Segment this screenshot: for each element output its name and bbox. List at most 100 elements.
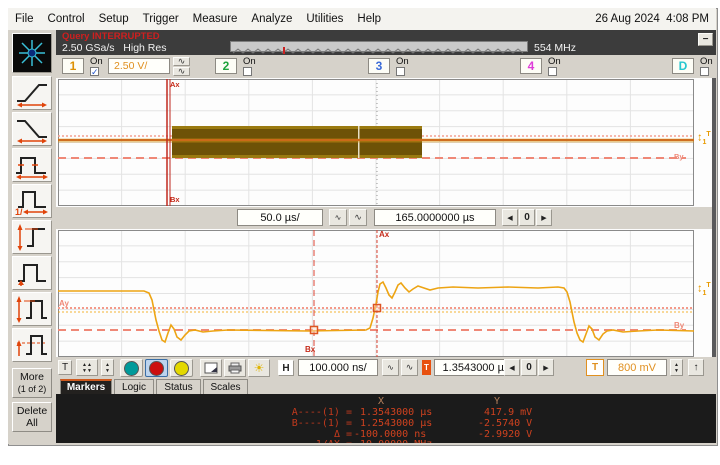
channel-1-scale-input[interactable]: 2.50 V/ [108, 58, 170, 74]
mouse-mode-yellow-button[interactable] [170, 359, 193, 377]
more-page-label: (1 of 2) [17, 384, 47, 394]
tab-status[interactable]: Status [156, 379, 201, 394]
channel-1-checkbox[interactable]: ✓ [90, 67, 99, 77]
svg-text:1/: 1/ [15, 207, 23, 216]
marker-ay-label: Ay [59, 299, 69, 308]
clock: 26 Aug 2024 4:08 PM [595, 13, 709, 25]
markers-readout-panel: X Y A----(1) = 1.3543000 µs 417.9 mV B--… [56, 394, 716, 443]
channel-1-button[interactable]: 1 [62, 58, 84, 74]
channel-bar: 1 On ✓ 2.50 V/ ∿ ∿ 2 On 3 On 4 On D On [56, 55, 716, 79]
marker-ax-label-top: Ax [170, 80, 180, 89]
trigger-slope-button[interactable]: ↑ [688, 359, 704, 376]
teal-dot-icon [124, 360, 139, 376]
menu-analyze[interactable]: Analyze [244, 13, 299, 25]
tab-markers[interactable]: Markers [60, 379, 112, 394]
channel-digital-button[interactable]: D [672, 58, 694, 74]
menu-setup[interactable]: Setup [92, 13, 136, 25]
menu-file[interactable]: File [8, 13, 41, 25]
sample-rate: 2.50 GSa/s High Res [62, 42, 167, 54]
zoom-position-left-button[interactable]: ◀ [504, 359, 520, 376]
main-position-zero-button[interactable]: 0 [519, 209, 535, 226]
measure-v-average-button[interactable] [12, 328, 52, 362]
timebase-overview-slider[interactable] [230, 41, 528, 54]
red-dot-icon [149, 360, 164, 376]
measure-frequency-button[interactable]: 1/ [12, 184, 52, 218]
trigger-fine-spinner[interactable]: ▲ ▼ [101, 359, 114, 376]
marker-a-y-value: 417.9 mV [484, 407, 533, 418]
tab-bar: Markers Logic Status Scales [56, 379, 716, 394]
zoom-timebase-bar: T ▲▲ ▼▼ ▲ ▼ ☀ H 100.000 ns/ ∿ ∿ T 1.354300… [56, 357, 716, 379]
channel-3-checkbox[interactable] [396, 67, 405, 76]
display-brightness-button[interactable]: ☀ [248, 359, 270, 377]
zoom-channel-1-level-marker[interactable]: ↕1T [697, 281, 711, 299]
menu-trigger[interactable]: Trigger [136, 13, 186, 25]
fall-time-icon [17, 120, 47, 144]
marker-bx-label-top: Bx [170, 195, 180, 204]
zoom-position-right-button[interactable]: ▶ [538, 359, 554, 376]
sidebar: 1/ More (1 of 2) Delete All [8, 30, 56, 444]
marker-delta-y-value: -2.9920 V [478, 429, 533, 440]
main-hscale-shrink-button[interactable]: ∿ [349, 209, 367, 226]
measure-pulse-width-button[interactable] [12, 148, 52, 182]
menu-help[interactable]: Help [350, 13, 388, 25]
v-average-icon [16, 335, 47, 356]
main-timebase-scale-input[interactable]: 50.0 µs/ [237, 209, 323, 226]
zoom-position-zero-button[interactable]: 0 [521, 359, 537, 376]
tab-logic[interactable]: Logic [114, 379, 154, 394]
v-amplitude-icon [16, 296, 47, 323]
measure-fall-time-button[interactable] [12, 112, 52, 146]
trigger-t-label-button[interactable]: T [58, 360, 72, 375]
infiniium-logo[interactable] [12, 33, 52, 73]
delete-label: Delete [16, 405, 48, 417]
measure-v-amplitude-button[interactable] [12, 292, 52, 326]
measure-rise-time-button[interactable] [12, 76, 52, 110]
channel-2-button[interactable]: 2 [215, 58, 237, 74]
print-button[interactable] [224, 359, 246, 377]
menu-bar: File Control Setup Trigger Measure Analy… [8, 8, 716, 31]
mouse-mode-red-button[interactable] [145, 359, 168, 377]
channel-4-checkbox[interactable] [548, 67, 557, 76]
mouse-mode-teal-button[interactable] [120, 359, 143, 377]
measure-peak-peak-button[interactable] [12, 220, 52, 254]
yellow-dot-icon [174, 360, 189, 376]
trigger-coarse-spinner[interactable]: ▲▲ ▼▼ [76, 359, 98, 376]
marker-freq-label: 1/ΔX = [236, 439, 352, 443]
export-image-button[interactable] [200, 359, 222, 377]
channel-2-on-label: On [243, 56, 256, 67]
horizontal-h-button[interactable]: H [278, 360, 294, 376]
peak-peak-icon [17, 224, 45, 251]
menu-control[interactable]: Control [41, 13, 92, 25]
channel-1-level-marker[interactable]: ↕1T [697, 130, 711, 148]
delete-all-button[interactable]: Delete All [12, 402, 52, 432]
more-measurements-button[interactable]: More (1 of 2) [12, 368, 52, 398]
acquisition-status: Query INTERRUPTED [62, 31, 160, 42]
minimize-button[interactable]: − [698, 33, 713, 46]
trigger-level-spinner[interactable]: ▲ ▼ [670, 359, 683, 376]
channel-digital-checkbox[interactable] [700, 67, 709, 76]
main-position-left-button[interactable]: ◀ [502, 209, 518, 226]
trigger-source-button[interactable]: T [586, 359, 604, 376]
marker-a-label: A----(1) = [291, 407, 352, 418]
main-timebase-position-input[interactable]: 165.0000000 µs [374, 209, 496, 226]
marker-by-label-top: By [674, 152, 684, 161]
tab-scales[interactable]: Scales [203, 379, 248, 394]
measure-v-min-button[interactable] [12, 256, 52, 290]
rise-time-icon [17, 84, 47, 108]
main-position-right-button[interactable]: ▶ [536, 209, 552, 226]
main-hscale-expand-button[interactable]: ∿ [329, 209, 347, 226]
zoom-hscale-shrink-button[interactable]: ∿ [401, 359, 418, 376]
zoom-timebase-scale-input[interactable]: 100.000 ns/ [298, 359, 378, 376]
export-image-icon [204, 362, 218, 374]
channel-1-scale-up-button[interactable]: ∿ [173, 56, 190, 66]
channel-2-checkbox[interactable] [243, 67, 252, 76]
zoom-hscale-expand-button[interactable]: ∿ [382, 359, 399, 376]
trigger-level-input[interactable]: 800 mV [607, 359, 667, 376]
channel-1-scale-down-button[interactable]: ∿ [173, 66, 190, 76]
menu-utilities[interactable]: Utilities [299, 13, 350, 25]
scope-zoom-display[interactable]: Ax Bx Ay By ↕1T [56, 229, 712, 357]
channel-3-button[interactable]: 3 [368, 58, 390, 74]
menu-measure[interactable]: Measure [186, 13, 245, 25]
frequency-icon: 1/ [15, 191, 48, 216]
scope-main-display[interactable]: Ax Bx By ↕1T [56, 78, 712, 207]
channel-4-button[interactable]: 4 [520, 58, 542, 74]
